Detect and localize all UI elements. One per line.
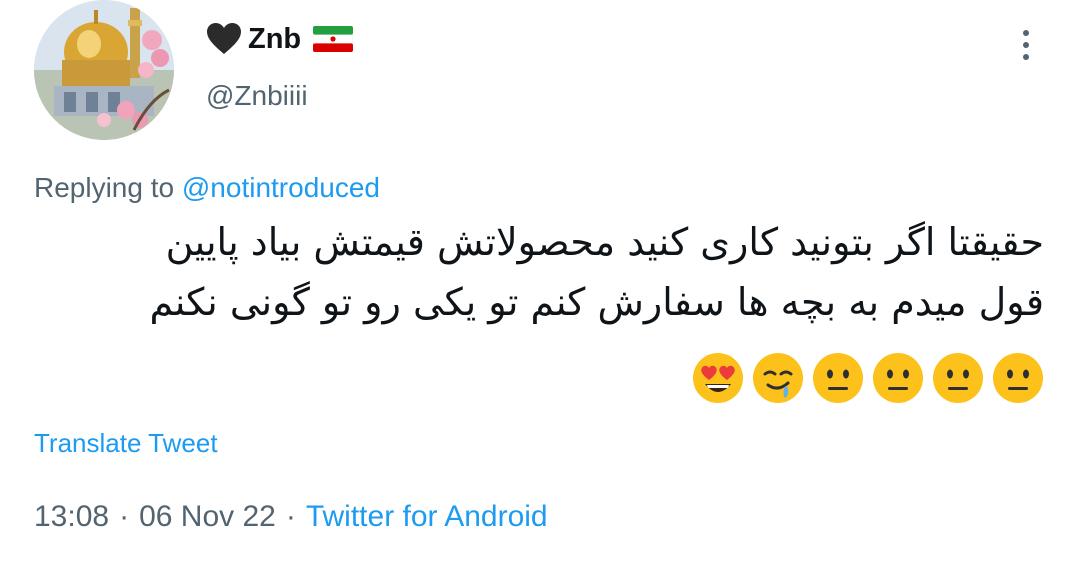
replying-prefix: Replying to (34, 172, 175, 203)
neutral-face-icon (873, 353, 923, 403)
emoji-row (692, 352, 1044, 404)
black-heart-icon (207, 23, 241, 54)
tweet-time[interactable]: 13:08 (34, 500, 109, 534)
iran-flag-icon (313, 26, 354, 52)
neutral-face-icon (933, 353, 983, 403)
more-options-icon[interactable] (1016, 28, 1036, 62)
tweet-text: حقیقتا اگر بتونید کاری کنید محصولاتش قیم… (34, 212, 1044, 332)
tweet-meta: 13:08 · 06 Nov 22 · Twitter for Android (34, 500, 548, 534)
heart-eyes-face-icon (693, 353, 743, 403)
author-name-row[interactable]: Znb (206, 22, 354, 56)
tweet-line: قول میدم به بچه ها سفارش کنم تو یکی رو ت… (149, 280, 1044, 324)
replying-to: Replying to @notintroduced (34, 172, 380, 204)
meta-separator: · (285, 500, 296, 533)
drooling-face-icon (753, 353, 803, 403)
author-display-name[interactable]: Znb (248, 23, 301, 56)
avatar[interactable] (34, 0, 174, 140)
tweet-line: حقیقتا اگر بتونید کاری کنید محصولاتش قیم… (165, 220, 1044, 264)
neutral-face-icon (813, 353, 863, 403)
avatar-image (34, 0, 174, 140)
author-handle[interactable]: @Znbiiii (206, 80, 308, 112)
translate-tweet-link[interactable]: Translate Tweet (34, 428, 218, 459)
neutral-face-icon (993, 353, 1043, 403)
meta-separator: · (119, 500, 130, 533)
tweet-source-link[interactable]: Twitter for Android (306, 500, 548, 534)
reply-mention-link[interactable]: @notintroduced (182, 172, 380, 203)
tweet-date[interactable]: 06 Nov 22 (139, 500, 276, 534)
